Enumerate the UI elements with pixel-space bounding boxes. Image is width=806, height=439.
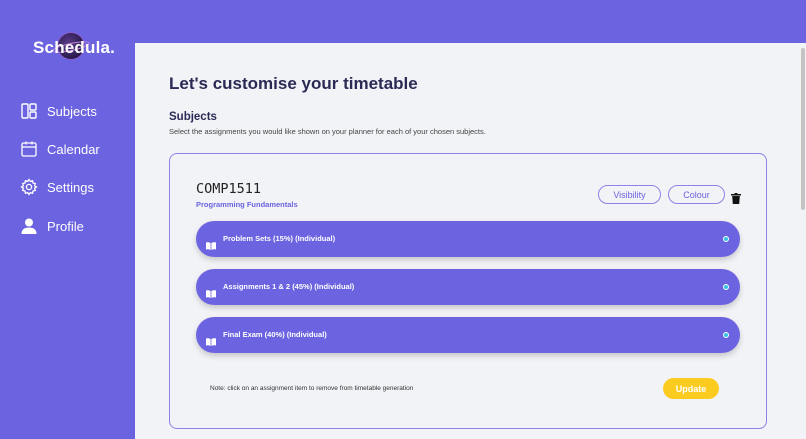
sidebar-item-profile[interactable]: Profile [20,215,84,237]
assignment-item[interactable]: Problem Sets (15%) (Individual) [196,221,740,257]
assignment-label: Problem Sets (15%) (Individual) [223,234,336,243]
sidebar-item-label: Subjects [47,103,97,119]
book-icon [206,283,216,298]
status-dot [723,284,729,290]
assignment-label: Final Exam (40%) (Individual) [223,330,327,339]
gear-icon [20,178,38,196]
trash-icon[interactable] [731,189,741,204]
sidebar-item-label: Settings [47,179,94,195]
section-subtitle: Select the assignments you would like sh… [169,127,486,136]
subject-name: Programming Fundamentals [196,200,298,209]
logo-text: Schedula. [33,38,116,57]
user-icon [20,217,38,235]
subject-code: COMP1511 [196,181,262,197]
scrollbar-thumb[interactable] [801,48,805,210]
update-button[interactable]: Update [663,378,719,399]
sidebar-item-label: Profile [47,218,84,234]
sidebar-item-calendar[interactable]: Calendar [20,138,100,160]
page-title: Let's customise your timetable [169,74,418,93]
status-dot [723,332,729,338]
sidebar: Schedula. Subjects Calendar Settings Pro… [0,0,135,439]
book-icon [206,235,216,250]
assignment-item[interactable]: Assignments 1 & 2 (45%) (Individual) [196,269,740,305]
note-text: Note: click on an assignment item to rem… [210,385,414,392]
sidebar-item-label: Calendar [47,141,100,157]
calendar-icon [20,140,38,158]
section-title: Subjects [169,111,217,123]
colour-button[interactable]: Colour [668,185,725,204]
status-dot [723,236,729,242]
assignment-item[interactable]: Final Exam (40%) (Individual) [196,317,740,353]
assignment-label: Assignments 1 & 2 (45%) (Individual) [223,282,355,291]
visibility-button[interactable]: Visibility [598,185,661,204]
sidebar-item-settings[interactable]: Settings [20,176,94,198]
sidebar-item-subjects[interactable]: Subjects [20,100,97,122]
book-icon [206,331,216,346]
subjects-icon [20,102,38,120]
